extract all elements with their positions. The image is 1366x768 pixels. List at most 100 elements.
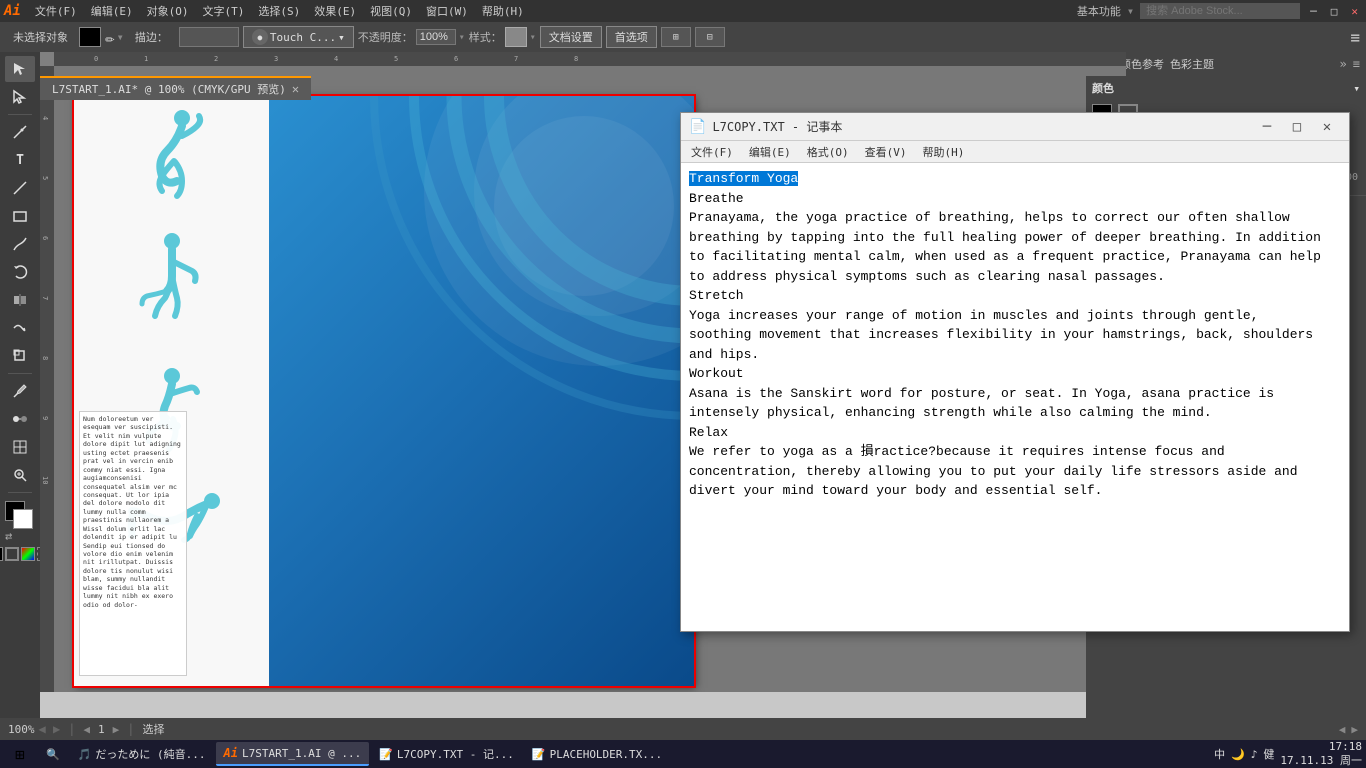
menu-select[interactable]: 选择(S) [252,1,306,21]
menu-file[interactable]: 文件(F) [29,1,83,21]
notepad-title-text: L7COPY.TXT - 记事本 [712,118,1253,135]
opacity-dropdown[interactable]: ▾ [459,32,465,43]
notepad-menu-edit[interactable]: 编辑(E) [743,142,797,162]
taskbar-item-notepad2[interactable]: 📝 PLACEHOLDER.TX... [524,742,670,766]
background-color[interactable] [13,509,33,529]
zoom-tool[interactable] [5,462,35,488]
notepad-restore-btn[interactable]: □ [1283,116,1311,138]
ruler-mark-6: 6 [454,55,458,63]
start-button[interactable]: ⊞ [4,742,36,766]
style-label: 样式： [469,29,502,45]
touch-dropdown[interactable]: ● Touch C... ▾ [243,26,354,48]
workspace-label: 基本功能 [1077,3,1121,19]
panels-topbar: 颜色 颜色参考 色彩主题 » ≡ [1086,52,1366,76]
notepad-menu-help[interactable]: 帮助(H) [917,142,971,162]
align-icon[interactable]: ⊞ [661,27,691,47]
notepad-minimize-btn[interactable]: ─ [1253,116,1281,138]
nav-prev-btn[interactable]: ◀ [83,723,90,736]
taskbar-item-notepad1[interactable]: 📝 L7COPY.TXT - 记... [371,742,522,766]
eyedropper-tool[interactable] [5,378,35,404]
zoom-arrows[interactable]: ◀ ▶ [39,722,61,736]
style-dropdown[interactable]: ▾ [530,32,536,43]
doc-settings-btn[interactable]: 文档设置 [540,26,602,48]
notepad-menubar: 文件(F) 编辑(E) 格式(O) 查看(V) 帮助(H) [681,141,1349,163]
menu-object[interactable]: 对象(O) [141,1,195,21]
workspace-dropdown-icon[interactable]: ▾ [1127,4,1134,18]
opacity-section: 不透明度： ▾ [358,29,465,45]
opacity-input[interactable] [416,29,456,45]
color-panel-title[interactable]: 颜色 ▾ [1092,80,1360,96]
color-theme-panel-label[interactable]: 色彩主题 [1170,56,1214,72]
ai-document: Num doloreetum ver esequam ver suscipist… [74,96,694,686]
reflect-tool[interactable] [5,287,35,313]
select-tool[interactable] [5,56,35,82]
rect-tool[interactable] [5,203,35,229]
menu-help[interactable]: 帮助(H) [476,1,530,21]
stroke-mode-btn[interactable] [5,547,19,561]
notepad2-label: PLACEHOLDER.TX... [550,748,663,761]
swap-colors-icon[interactable]: ⇄ [5,529,12,543]
style-section: 样式： ▾ [469,27,536,47]
ruler-v-1: 4 [41,116,49,120]
brush-tool[interactable]: ✏ ▾ [105,28,124,47]
eyedropper-icon [12,383,28,399]
document-tab[interactable]: L7START_1.AI* @ 100% (CMYK/GPU 预览) ✕ [40,76,311,100]
lorem-textbox[interactable]: Num doloreetum ver esequam ver suscipist… [79,411,187,676]
direct-select-tool[interactable] [5,84,35,110]
brush-tool-icon[interactable] [5,231,35,257]
transform-icon[interactable]: ⊟ [695,27,725,47]
notepad-menu-view[interactable]: 查看(V) [859,142,913,162]
taskbar-item-music[interactable]: 🎵 だっために (純音... [70,742,214,766]
taskbar-item-ai[interactable]: Ai L7START_1.AI @ ... [216,742,370,766]
left-toolbox: T ⇄ [0,52,40,732]
direct-select-icon [12,89,28,105]
tab-title: L7START_1.AI* @ 100% (CMYK/GPU 预览) [52,81,286,97]
menu-window[interactable]: 窗口(W) [420,1,474,21]
rotate-tool[interactable] [5,259,35,285]
line-tool[interactable] [5,175,35,201]
minimize-btn[interactable]: ─ [1306,5,1321,18]
warp-tool[interactable] [5,315,35,341]
blend-tool[interactable] [5,406,35,432]
panels-menu-icon[interactable]: ≡ [1353,57,1360,71]
restore-btn[interactable]: □ [1327,5,1342,18]
stock-search-input[interactable] [1140,3,1300,19]
pen-tool[interactable] [5,119,35,145]
style-swatch[interactable] [505,27,527,47]
menu-edit[interactable]: 编辑(E) [85,1,139,21]
menu-effect[interactable]: 效果(E) [308,1,362,21]
search-taskbar[interactable]: 🔍 [38,742,68,766]
scale-tool[interactable] [5,343,35,369]
fill-color-swatch[interactable] [79,27,101,47]
ai-taskbar-label: L7START_1.AI @ ... [242,747,361,760]
slice-tool[interactable] [5,434,35,460]
notepad-menu-format[interactable]: 格式(O) [801,142,855,162]
hamburger-icon[interactable]: ≡ [1350,28,1360,47]
close-btn[interactable]: ✕ [1347,5,1362,18]
notepad-content-area[interactable]: Transform Yoga Breathe Pranayama, the yo… [681,163,1349,631]
artboard-nav-prev[interactable]: ◀ [1339,723,1346,736]
color-panel-toggle[interactable]: ▾ [1353,82,1360,95]
panels-expand-icon[interactable]: » [1340,57,1347,71]
notepad-menu-file[interactable]: 文件(F) [685,142,739,162]
zoom-control[interactable]: 100% ◀ ▶ [8,722,60,736]
preferences-btn[interactable]: 首选项 [606,26,657,48]
reflect-icon [12,292,28,308]
fill-mode-btn[interactable] [0,547,3,561]
notepad-close-btn[interactable]: ✕ [1313,116,1341,138]
type-tool[interactable]: T [5,147,35,173]
gradient-mode-btn[interactable] [21,547,35,561]
menu-view[interactable]: 视图(Q) [364,1,418,21]
notepad-body-text: Breathe Pranayama, the yoga practice of … [689,191,1321,499]
nav-next-btn[interactable]: ▶ [113,723,120,736]
color-ref-panel-label[interactable]: 颜色参考 [1120,56,1164,72]
bg-swirl-svg [294,96,694,496]
tool-divider-3 [8,492,32,493]
lorem-text-content: Num doloreetum ver esequam ver suscipist… [83,415,181,609]
menu-text[interactable]: 文字(T) [196,1,250,21]
doc-left-panel: Num doloreetum ver esequam ver suscipist… [74,96,269,686]
tab-close-btn[interactable]: ✕ [292,82,299,96]
yoga-figure-2 [127,226,217,336]
zoom-icon [12,467,28,483]
artboard-nav-next[interactable]: ▶ [1351,723,1358,736]
